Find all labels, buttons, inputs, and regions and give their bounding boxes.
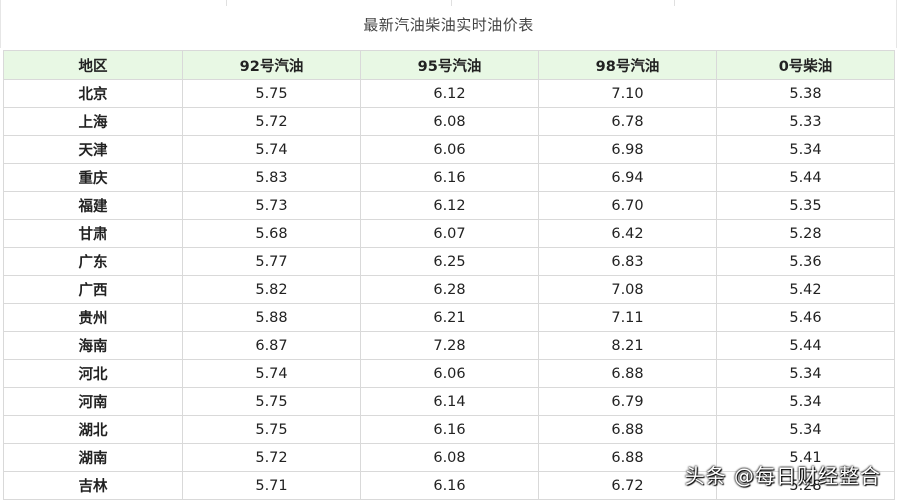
price-cell: 5.38 — [716, 79, 895, 108]
price-cell: 7.28 — [360, 331, 539, 360]
page: 最新汽油柴油实时油价表 地区 92号汽油 95号汽油 98号汽油 0号柴油 北京 5.75… — [0, 0, 897, 501]
region-cell: 湖南 — [3, 443, 183, 472]
price-cell: 5.35 — [716, 191, 895, 220]
price-cell: 6.12 — [360, 79, 539, 108]
price-cell: 5.75 — [182, 387, 361, 416]
table-row: 上海 5.72 6.08 6.78 5.33 — [3, 107, 895, 136]
region-cell: 湖北 — [3, 415, 183, 444]
region-cell: 海南 — [3, 331, 183, 360]
price-cell: 5.72 — [182, 443, 361, 472]
price-cell: 6.87 — [182, 331, 361, 360]
price-cell: 5.74 — [182, 359, 361, 388]
table-row: 河南 5.75 6.14 6.79 5.34 — [3, 387, 895, 416]
frame-divider — [674, 0, 675, 6]
column-header: 0号柴油 — [716, 50, 895, 80]
table-header: 地区 92号汽油 95号汽油 98号汽油 0号柴油 — [3, 50, 895, 80]
region-cell: 广西 — [3, 275, 183, 304]
table-row: 广西 5.82 6.28 7.08 5.42 — [3, 275, 895, 304]
table-body: 北京 5.75 6.12 7.10 5.38 上海 5.72 6.08 6.78 5.33 天津 5.… — [3, 79, 895, 500]
price-cell: 6.25 — [360, 247, 539, 276]
price-cell: 5.77 — [182, 247, 361, 276]
price-cell: 5.88 — [182, 303, 361, 332]
price-cell: 5.46 — [716, 303, 895, 332]
region-cell: 贵州 — [3, 303, 183, 332]
price-cell: 6.21 — [360, 303, 539, 332]
price-cell: 5.42 — [716, 275, 895, 304]
table-row: 重庆 5.83 6.16 6.94 5.44 — [3, 163, 895, 192]
oil-price-table: 地区 92号汽油 95号汽油 98号汽油 0号柴油 北京 5.75 6.12 7.10 5.38… — [3, 50, 895, 500]
price-cell: 6.94 — [538, 163, 717, 192]
region-cell: 河北 — [3, 359, 183, 388]
region-cell: 上海 — [3, 107, 183, 136]
frame-divider — [226, 0, 227, 6]
price-cell: 5.36 — [716, 247, 895, 276]
column-header: 92号汽油 — [182, 50, 361, 80]
price-cell: 6.16 — [360, 415, 539, 444]
price-cell: 6.88 — [538, 359, 717, 388]
column-header: 98号汽油 — [538, 50, 717, 80]
region-cell: 甘肃 — [3, 219, 183, 248]
watermark: 头条 @每日财经整合 — [684, 464, 881, 488]
column-header: 地区 — [3, 50, 183, 80]
price-cell: 5.44 — [716, 331, 895, 360]
price-cell: 6.28 — [360, 275, 539, 304]
price-cell: 7.11 — [538, 303, 717, 332]
price-cell: 5.28 — [716, 219, 895, 248]
table-caption: 最新汽油柴油实时油价表 — [363, 16, 534, 34]
price-cell: 6.06 — [360, 359, 539, 388]
price-cell: 5.73 — [182, 191, 361, 220]
price-cell: 6.14 — [360, 387, 539, 416]
table-row: 海南 6.87 7.28 8.21 5.44 — [3, 331, 895, 360]
table-row: 湖北 5.75 6.16 6.88 5.34 — [3, 415, 895, 444]
price-cell: 6.08 — [360, 443, 539, 472]
price-cell: 5.71 — [182, 471, 361, 500]
region-cell: 广东 — [3, 247, 183, 276]
price-cell: 5.34 — [716, 135, 895, 164]
price-cell: 5.34 — [716, 387, 895, 416]
price-cell: 5.82 — [182, 275, 361, 304]
price-cell: 6.08 — [360, 107, 539, 136]
region-cell: 福建 — [3, 191, 183, 220]
price-cell: 6.78 — [538, 107, 717, 136]
price-cell: 6.88 — [538, 415, 717, 444]
price-cell: 6.07 — [360, 219, 539, 248]
table-row: 福建 5.73 6.12 6.70 5.35 — [3, 191, 895, 220]
region-cell: 吉林 — [3, 471, 183, 500]
price-cell: 6.83 — [538, 247, 717, 276]
price-cell: 5.83 — [182, 163, 361, 192]
price-cell: 6.06 — [360, 135, 539, 164]
table-row: 甘肃 5.68 6.07 6.42 5.28 — [3, 219, 895, 248]
price-cell: 5.75 — [182, 415, 361, 444]
price-cell: 5.34 — [716, 359, 895, 388]
header-row: 地区 92号汽油 95号汽油 98号汽油 0号柴油 — [3, 50, 895, 80]
price-cell: 5.44 — [716, 163, 895, 192]
price-cell: 5.74 — [182, 135, 361, 164]
table-row: 河北 5.74 6.06 6.88 5.34 — [3, 359, 895, 388]
price-cell: 6.42 — [538, 219, 717, 248]
price-cell: 6.16 — [360, 471, 539, 500]
region-cell: 河南 — [3, 387, 183, 416]
price-cell: 7.08 — [538, 275, 717, 304]
table-row: 北京 5.75 6.12 7.10 5.38 — [3, 79, 895, 108]
price-cell: 5.34 — [716, 415, 895, 444]
price-cell: 6.70 — [538, 191, 717, 220]
table-row: 贵州 5.88 6.21 7.11 5.46 — [3, 303, 895, 332]
price-cell: 6.98 — [538, 135, 717, 164]
column-header: 95号汽油 — [360, 50, 539, 80]
price-cell: 8.21 — [538, 331, 717, 360]
price-cell: 7.10 — [538, 79, 717, 108]
price-cell: 6.12 — [360, 191, 539, 220]
region-cell: 重庆 — [3, 163, 183, 192]
price-cell: 5.75 — [182, 79, 361, 108]
price-cell: 5.72 — [182, 107, 361, 136]
table-row: 广东 5.77 6.25 6.83 5.36 — [3, 247, 895, 276]
region-cell: 天津 — [3, 135, 183, 164]
price-cell: 5.68 — [182, 219, 361, 248]
price-cell: 6.16 — [360, 163, 539, 192]
table-row: 天津 5.74 6.06 6.98 5.34 — [3, 135, 895, 164]
region-cell: 北京 — [3, 79, 183, 108]
price-cell: 5.33 — [716, 107, 895, 136]
price-cell: 6.79 — [538, 387, 717, 416]
frame-divider — [451, 0, 452, 6]
